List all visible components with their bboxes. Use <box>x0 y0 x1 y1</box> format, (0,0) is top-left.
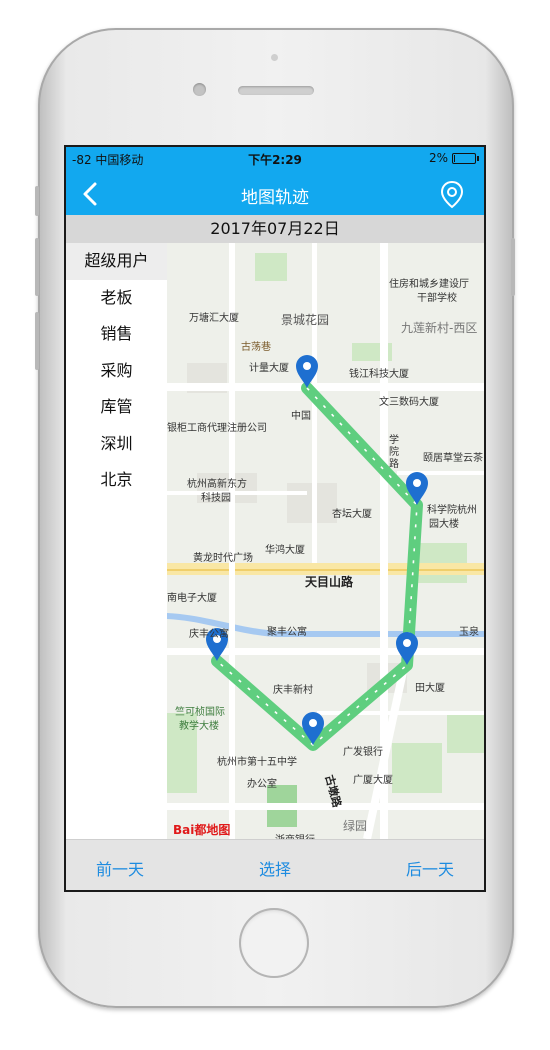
volume-up-button <box>35 238 39 296</box>
next-day-button[interactable]: 后一天 <box>406 856 454 880</box>
map-label: 杭州高新东方 <box>187 479 247 490</box>
map-label: 办公室 <box>247 779 277 790</box>
map-label: 九莲新村-西区 <box>401 321 478 335</box>
map-label: 中国 <box>291 411 311 422</box>
sidebar-item-purchase[interactable]: 采购 <box>66 353 167 390</box>
prev-day-button[interactable]: 前一天 <box>96 856 144 880</box>
map-label: 学院路 <box>389 435 399 470</box>
status-time: 下午2:29 <box>248 153 302 167</box>
phone-screen: -82 中国移动 下午2:29 2% 地图轨迹 2017年07月22日 超级用户… <box>64 145 486 892</box>
map-label: 园大楼 <box>429 519 459 530</box>
map-label: 景城花园 <box>281 313 330 327</box>
map-label: 黄龙时代广场 <box>193 553 253 564</box>
map-label: 南电子大厦 <box>167 593 217 604</box>
sidebar-item-beijing[interactable]: 北京 <box>66 462 167 499</box>
road-label-tianmushan: 天目山路 <box>305 575 354 589</box>
map-label: 颐居草堂云茶 <box>423 453 483 464</box>
volume-down-button <box>35 312 39 370</box>
earpiece-speaker <box>238 86 314 95</box>
bottom-toolbar: 前一天 选择 后一天 <box>66 839 484 890</box>
front-camera <box>193 83 206 96</box>
map-label: 计量大厦 <box>249 363 289 374</box>
page-title: 地图轨迹 <box>241 188 309 208</box>
battery-percent: 2% <box>428 151 448 165</box>
location-pin-icon[interactable] <box>438 179 466 209</box>
map-label: 科学院杭州 <box>427 505 477 516</box>
date-header: 2017年07月22日 <box>66 215 484 243</box>
power-button <box>511 238 515 296</box>
mute-switch <box>35 186 39 216</box>
map-label: 广发银行 <box>343 747 383 758</box>
map-label: 科技园 <box>201 493 231 504</box>
map-label: 杏坛大厦 <box>332 509 372 520</box>
status-right: 2% <box>428 151 479 165</box>
battery-icon <box>452 152 479 164</box>
nav-bar: 地图轨迹 <box>66 171 484 215</box>
map-label: 文三数码大厦 <box>379 397 439 408</box>
map-label: 聚丰公寓 <box>267 627 307 638</box>
map-label: 庆丰公寓 <box>189 629 229 640</box>
map-label: 广厦大厦 <box>353 775 393 786</box>
map-view[interactable]: 万塘汇大厦 景城花园 住房和城乡建设厅 干部学校 九莲新村-西区 古荡巷 计量大… <box>167 243 484 839</box>
home-button[interactable] <box>239 908 309 978</box>
map-label: 庆丰新村 <box>273 685 313 696</box>
map-label: 浙商银行 <box>275 831 315 839</box>
battery-fill <box>454 154 455 162</box>
map-label: 杭州市第十五中学 <box>217 757 297 768</box>
map-label: 华鸿大厦 <box>265 545 305 556</box>
map-label: 万塘汇大厦 <box>189 313 239 324</box>
map-label: 古荡巷 <box>241 342 271 353</box>
map-label: 玉泉 <box>459 627 479 638</box>
map-label: 竺可桢国际 <box>175 707 225 718</box>
user-sidebar: 超级用户 老板 销售 采购 库管 深圳 北京 <box>66 243 167 839</box>
sidebar-item-warehouse[interactable]: 库管 <box>66 389 167 426</box>
map-label: 教学大楼 <box>179 721 219 732</box>
map-label: 干部学校 <box>417 293 457 304</box>
sidebar-item-boss[interactable]: 老板 <box>66 280 167 317</box>
sidebar-item-sales[interactable]: 销售 <box>66 316 167 353</box>
map-label: 田大厦 <box>415 683 445 694</box>
sidebar-item-shenzhen[interactable]: 深圳 <box>66 426 167 463</box>
map-label: 银柜工商代理注册公司 <box>167 423 267 434</box>
sidebar-item-superuser[interactable]: 超级用户 <box>66 243 167 280</box>
map-label: 绿园 <box>343 819 368 833</box>
select-button[interactable]: 选择 <box>259 856 291 880</box>
status-bar: -82 中国移动 下午2:29 2% <box>66 147 484 171</box>
map-label: 住房和城乡建设厅 <box>389 279 469 290</box>
map-label: 钱江科技大厦 <box>349 369 409 380</box>
baidu-logo: Bai都地图 <box>173 823 231 837</box>
front-sensor <box>271 54 278 61</box>
